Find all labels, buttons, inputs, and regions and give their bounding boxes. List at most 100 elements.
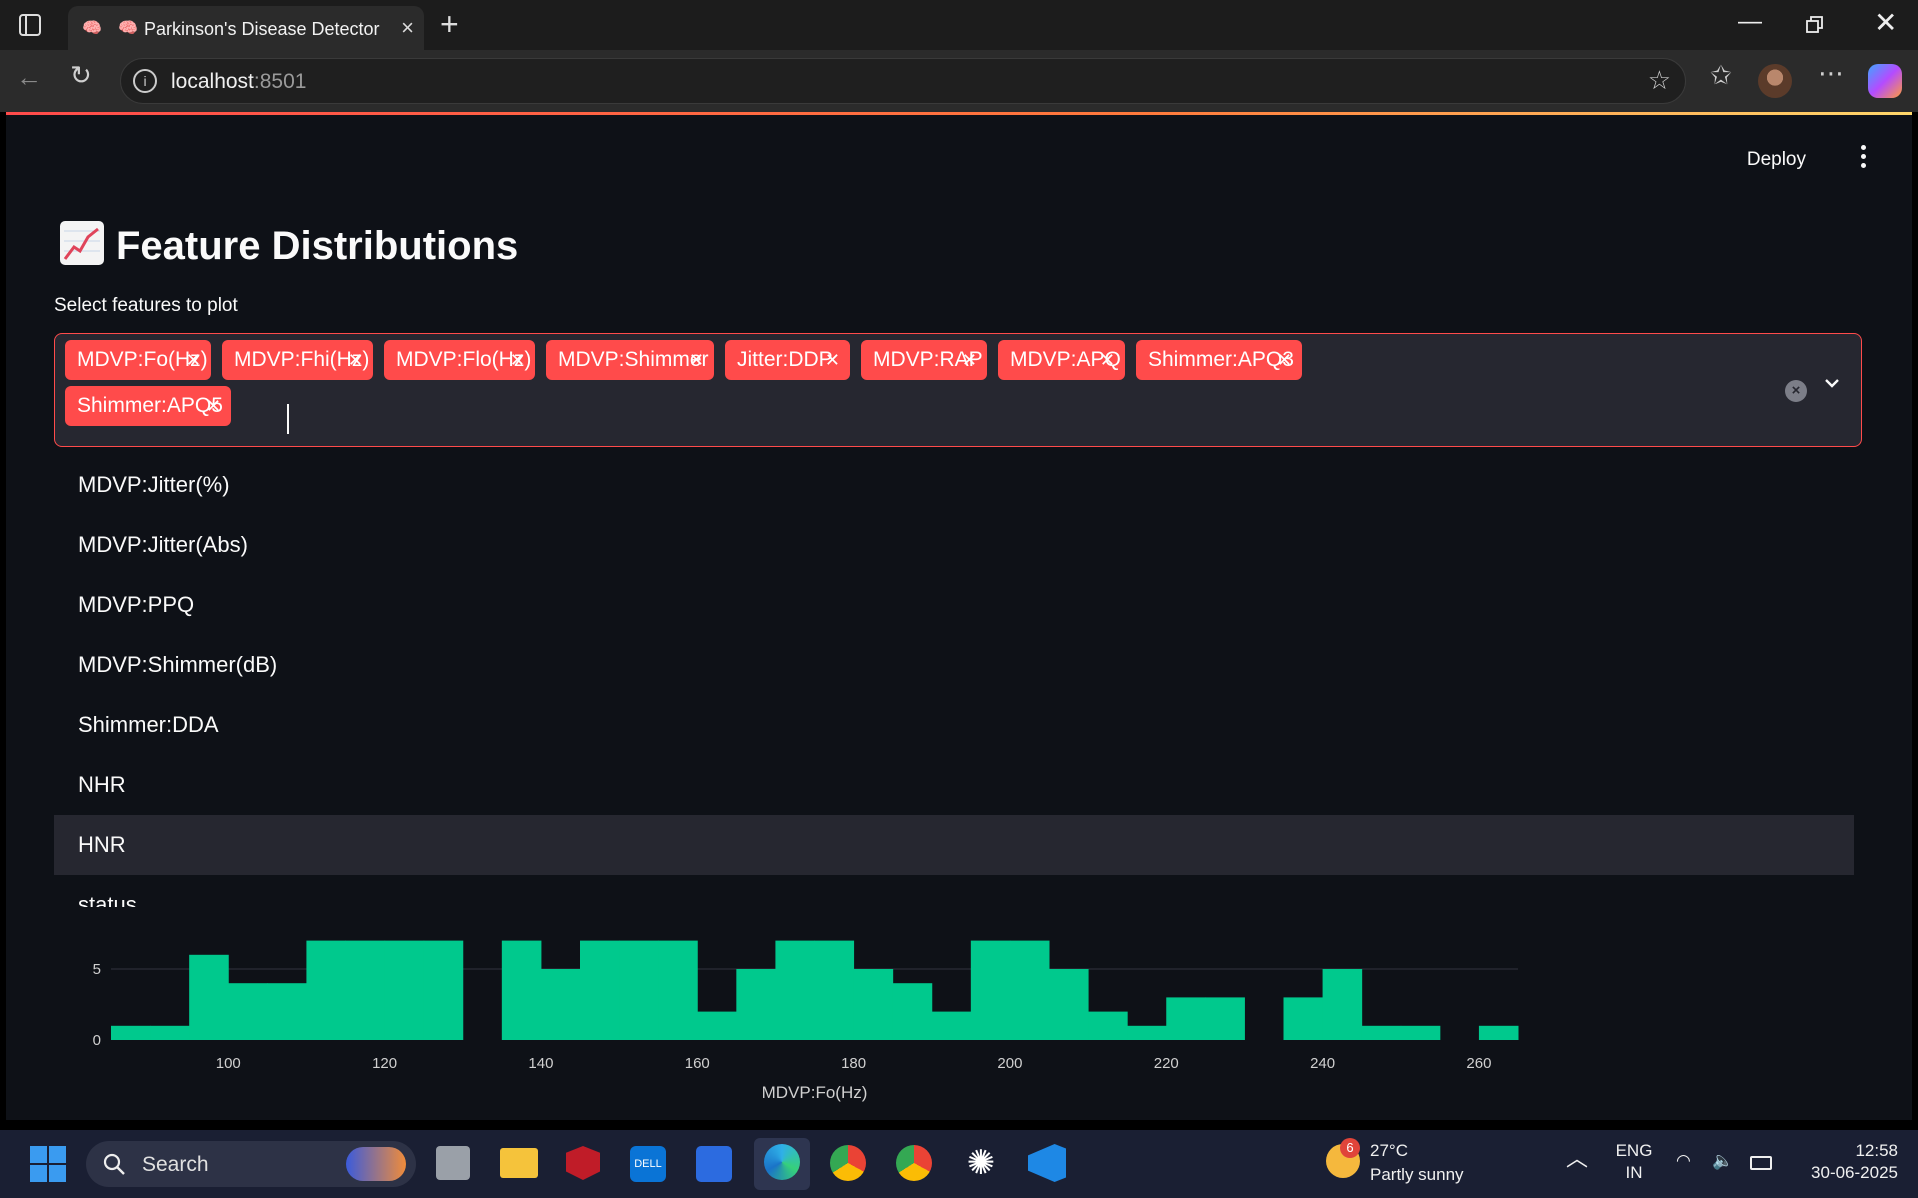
dropdown-option[interactable]: status xyxy=(54,875,1854,907)
profile-avatar[interactable] xyxy=(1758,64,1792,98)
dropdown-option-highlighted[interactable]: HNR xyxy=(54,815,1854,875)
y-tick-label: 5 xyxy=(93,961,101,978)
dropdown-option[interactable]: Shimmer:DDA xyxy=(54,695,1854,755)
x-tick-label: 140 xyxy=(528,1055,553,1072)
selected-chip: MDVP:Fo(Hz) ✕ xyxy=(65,340,211,380)
web-page: Deploy Feature Distributions Select feat… xyxy=(6,112,1912,1120)
dropdown-option[interactable]: MDVP:Jitter(%) xyxy=(54,455,1854,515)
histogram-bar xyxy=(970,940,1011,1040)
dropdown-option[interactable]: MDVP:PPQ xyxy=(54,575,1854,635)
histogram-bar xyxy=(619,940,659,1040)
vscode-icon[interactable] xyxy=(1028,1144,1066,1182)
chart-increasing-icon xyxy=(60,221,104,265)
mcafee-icon[interactable] xyxy=(566,1146,600,1180)
histogram-bar xyxy=(1361,1025,1402,1040)
site-info-icon[interactable]: i xyxy=(133,69,157,93)
histogram-bar xyxy=(1283,997,1324,1040)
y-tick-label: 0 xyxy=(93,1032,101,1049)
browser-tab-bar: 🧠 🧠 Parkinson's Disease Detector × + — ✕ xyxy=(0,0,1918,50)
minimize-icon[interactable]: — xyxy=(1738,8,1762,36)
back-arrow-icon[interactable]: ← xyxy=(16,62,42,93)
selected-chip: Jitter:DDP ✕ xyxy=(725,340,850,380)
volume-icon[interactable]: 🔈 xyxy=(1712,1150,1733,1172)
remove-chip-icon[interactable]: ✕ xyxy=(1277,340,1292,380)
deploy-button[interactable]: Deploy xyxy=(1747,149,1806,171)
histogram-bar xyxy=(1009,940,1050,1040)
histogram-bar xyxy=(384,940,425,1040)
dropdown-option[interactable]: NHR xyxy=(54,755,1854,815)
microsoft-store-icon[interactable] xyxy=(696,1146,732,1182)
chevron-down-icon[interactable] xyxy=(1821,372,1843,394)
reload-icon[interactable]: ↻ xyxy=(70,60,92,91)
histogram-bar xyxy=(892,983,933,1040)
remove-chip-icon[interactable]: ✕ xyxy=(206,386,221,426)
histogram-bar xyxy=(423,940,464,1040)
x-tick-label: 200 xyxy=(997,1055,1022,1072)
histogram-bar xyxy=(697,1011,737,1040)
chrome-icon[interactable] xyxy=(830,1145,866,1181)
browser-tab[interactable]: 🧠 🧠 Parkinson's Disease Detector × xyxy=(68,6,424,50)
clear-all-icon[interactable]: × xyxy=(1785,380,1807,402)
battery-icon[interactable] xyxy=(1750,1156,1772,1170)
task-view-icon[interactable] xyxy=(436,1146,470,1180)
histogram-bar xyxy=(1127,1025,1167,1040)
clock[interactable]: 12:58 30-06-2025 xyxy=(1798,1140,1898,1184)
selected-chip: Shimmer:APQ3 ✕ xyxy=(1136,340,1302,380)
taskbar-search[interactable]: Search xyxy=(86,1141,416,1187)
selected-chip: MDVP:Fhi(Hz) ✕ xyxy=(222,340,373,380)
dropdown-option[interactable]: MDVP:Jitter(Abs) xyxy=(54,515,1854,575)
restore-icon[interactable] xyxy=(1806,16,1824,34)
new-tab-icon[interactable]: + xyxy=(440,6,459,43)
feature-multiselect[interactable]: MDVP:Fo(Hz) ✕ MDVP:Fhi(Hz) ✕ MDVP:Flo(Hz) ✕… xyxy=(54,333,1862,447)
address-bar[interactable]: i localhost:8501 ☆ xyxy=(120,58,1686,104)
histogram-bar xyxy=(111,1025,151,1040)
remove-chip-icon[interactable]: ✕ xyxy=(510,340,525,380)
brain-icon: 🧠 xyxy=(82,20,102,37)
histogram-bar xyxy=(853,969,894,1040)
close-window-icon[interactable]: ✕ xyxy=(1874,6,1897,39)
selected-chip: MDVP:Flo(Hz) ✕ xyxy=(384,340,535,380)
search-label: Search xyxy=(142,1153,209,1176)
dell-icon[interactable]: DELL xyxy=(630,1146,666,1182)
histogram-bar xyxy=(345,940,386,1040)
histogram-bar xyxy=(150,1025,190,1040)
chatgpt-icon[interactable]: ✺ xyxy=(962,1144,1000,1182)
show-hidden-icons-icon[interactable]: ︿ xyxy=(1566,1148,1588,1170)
x-tick-label: 180 xyxy=(841,1055,866,1072)
histogram-bar xyxy=(775,940,815,1040)
histogram-bar xyxy=(931,1011,972,1040)
histogram-bar xyxy=(189,954,229,1040)
weather-badge: 6 xyxy=(1340,1138,1360,1158)
remove-chip-icon[interactable]: ✕ xyxy=(1100,340,1115,380)
brain-icon: 🧠 xyxy=(118,20,138,37)
x-tick-label: 100 xyxy=(216,1055,241,1072)
dropdown-option[interactable]: MDVP:Shimmer(dB) xyxy=(54,635,1854,695)
chrome-profile-icon[interactable] xyxy=(896,1145,932,1181)
browser-toolbar: ← ↻ i localhost:8501 ☆ ✩ ⋯ xyxy=(0,50,1918,112)
more-options-icon[interactable]: ⋯ xyxy=(1818,58,1844,89)
selected-chip: MDVP:APQ ✕ xyxy=(998,340,1125,380)
histogram-bar xyxy=(580,940,620,1040)
windows-start-icon[interactable] xyxy=(30,1146,66,1182)
copilot-icon[interactable] xyxy=(1868,64,1902,98)
language-indicator[interactable]: ENG IN xyxy=(1612,1140,1656,1184)
favorite-star-icon[interactable]: ☆ xyxy=(1648,65,1671,96)
remove-chip-icon[interactable]: ✕ xyxy=(186,340,201,380)
edge-icon[interactable] xyxy=(764,1144,800,1180)
histogram-bar xyxy=(1166,997,1206,1040)
main-menu-icon[interactable] xyxy=(1858,145,1868,171)
text-cursor xyxy=(287,404,289,434)
file-explorer-icon[interactable] xyxy=(500,1148,538,1178)
histogram-bar xyxy=(1205,997,1245,1040)
favorites-icon[interactable]: ✩ xyxy=(1710,60,1732,91)
remove-chip-icon[interactable]: ✕ xyxy=(348,340,363,380)
wifi-icon[interactable]: ◠ xyxy=(1676,1150,1691,1172)
weather-desc: Partly sunny xyxy=(1370,1165,1464,1184)
remove-chip-icon[interactable]: ✕ xyxy=(825,340,840,380)
x-axis-label: MDVP:Fo(Hz) xyxy=(762,1083,868,1102)
page-title: Feature Distributions xyxy=(60,221,518,269)
tab-actions-icon[interactable] xyxy=(16,12,44,38)
close-tab-icon[interactable]: × xyxy=(401,15,414,41)
remove-chip-icon[interactable]: ✕ xyxy=(962,340,977,380)
remove-chip-icon[interactable]: ✕ xyxy=(689,340,704,380)
